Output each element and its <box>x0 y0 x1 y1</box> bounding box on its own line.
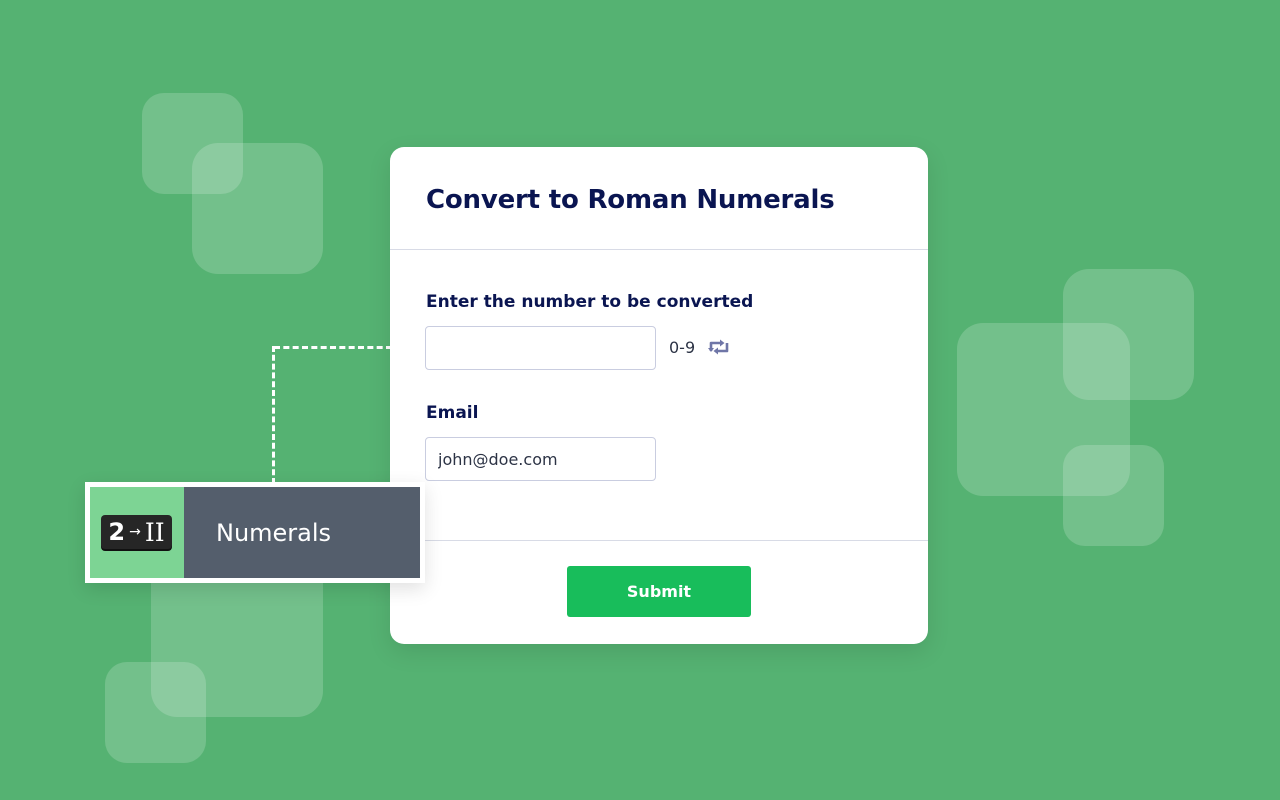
decorative-square <box>1063 445 1164 546</box>
range-hint: 0-9 <box>669 338 696 357</box>
decorative-square <box>1063 269 1194 400</box>
arrow-right-icon: → <box>129 524 141 540</box>
number-field-label: Enter the number to be converted <box>426 292 754 312</box>
decorative-square <box>192 143 323 274</box>
form-title: Convert to Roman Numerals <box>426 185 835 215</box>
form-card: Convert to Roman Numerals Enter the numb… <box>390 147 928 644</box>
decorative-square <box>105 662 206 763</box>
number-input[interactable] <box>425 326 656 370</box>
badge-number: 2 <box>108 518 126 546</box>
numerals-widget[interactable]: 2 → II Numerals <box>85 482 425 583</box>
widget-icon-box: 2 → II <box>90 487 184 578</box>
connector-line-vertical <box>272 346 275 484</box>
header-divider <box>390 249 928 250</box>
badge-roman: II <box>144 517 165 547</box>
roman-numerals-icon: 2 → II <box>101 515 172 549</box>
footer-divider <box>390 540 928 541</box>
email-field-label: Email <box>426 403 479 423</box>
email-input[interactable] <box>425 437 656 481</box>
widget-name: Numerals <box>216 519 332 547</box>
retweet-icon[interactable] <box>707 337 731 357</box>
submit-button[interactable]: Submit <box>567 566 751 617</box>
connector-line-horizontal <box>274 346 392 349</box>
widget-name-box: Numerals <box>184 487 420 578</box>
